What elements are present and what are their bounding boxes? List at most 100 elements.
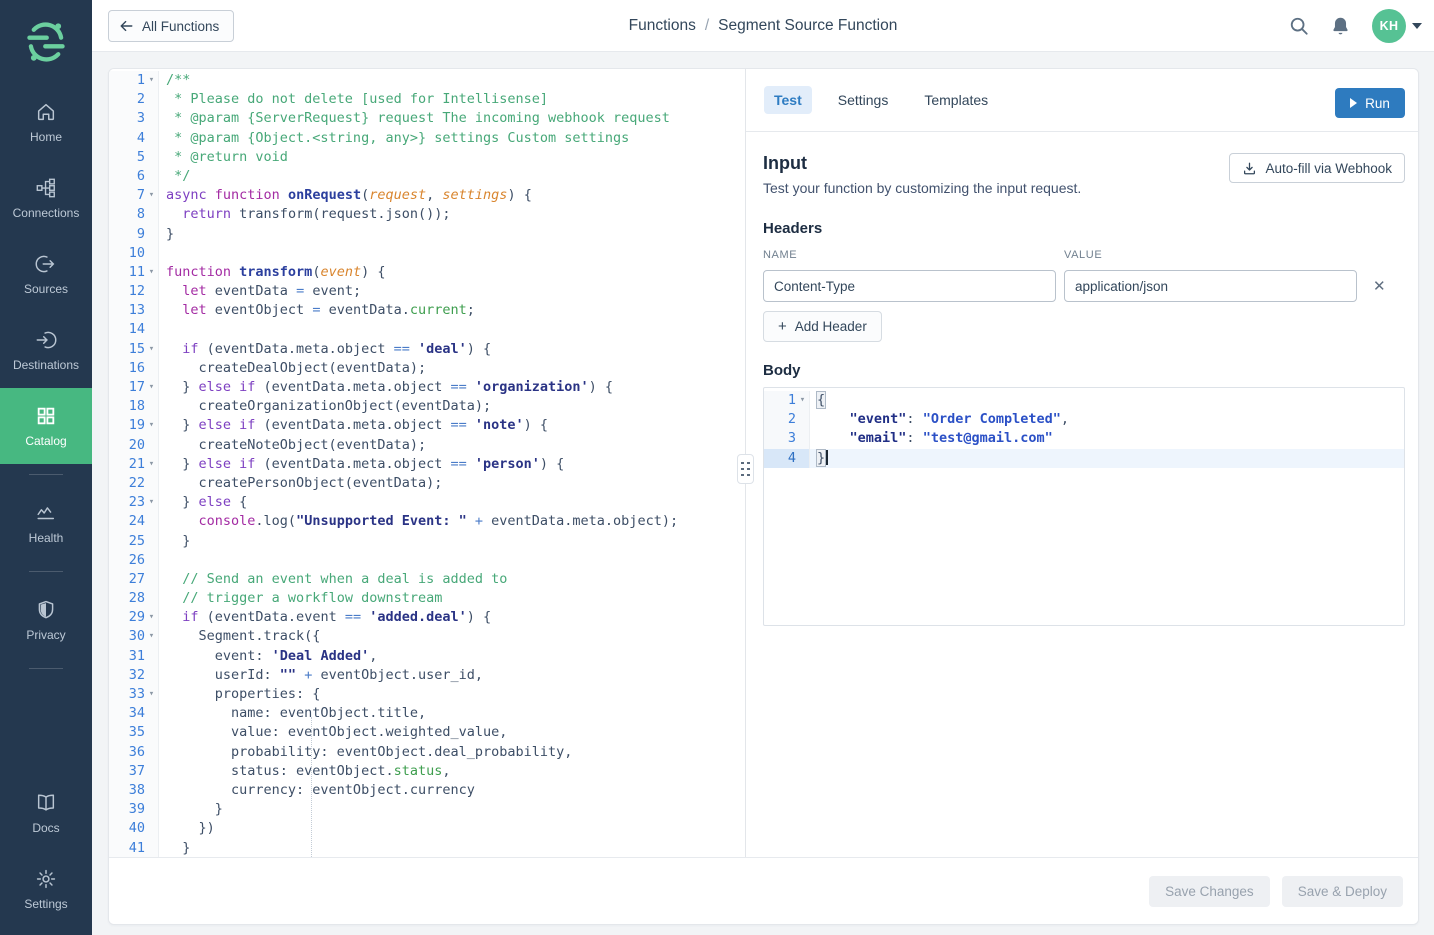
code-line-37[interactable]: 37 status: eventObject.status, <box>109 762 745 781</box>
code-text: }) <box>159 819 215 838</box>
save-deploy-button[interactable]: Save & Deploy <box>1282 876 1403 907</box>
code-line-36[interactable]: 36 probability: eventObject.deal_probabi… <box>109 743 745 762</box>
fold-toggle-icon[interactable]: ▾ <box>145 493 158 512</box>
sidebar-item-privacy[interactable]: Privacy <box>0 582 92 658</box>
fold-toggle-icon[interactable]: ▾ <box>145 455 158 474</box>
breadcrumb-section[interactable]: Functions <box>629 17 696 34</box>
code-line-4[interactable]: 4} <box>764 449 1404 468</box>
tab-templates[interactable]: Templates <box>914 86 998 114</box>
code-line-1[interactable]: 1▾/** <box>109 71 745 90</box>
fold-toggle-icon[interactable]: ▾ <box>145 378 158 397</box>
sidebar-item-destinations[interactable]: Destinations <box>0 312 92 388</box>
segment-logo-icon[interactable] <box>0 0 92 84</box>
fold-toggle-icon[interactable]: ▾ <box>145 685 158 704</box>
code-text: async function onRequest(request, settin… <box>159 186 532 205</box>
code-line-14[interactable]: 14 <box>109 320 745 339</box>
code-line-32[interactable]: 32 userId: "" + eventObject.user_id, <box>109 666 745 685</box>
code-line-39[interactable]: 39 } <box>109 800 745 819</box>
code-line-38[interactable]: 38 currency: eventObject.currency <box>109 781 745 800</box>
code-line-28[interactable]: 28 // trigger a workflow downstream <box>109 589 745 608</box>
code-line-1[interactable]: 1▾{ <box>764 391 1404 410</box>
fold-toggle-icon[interactable]: ▾ <box>145 608 158 627</box>
code-line-29[interactable]: 29▾ if (eventData.event == 'added.deal')… <box>109 608 745 627</box>
add-header-label: Add Header <box>795 319 867 334</box>
add-header-button[interactable]: + Add Header <box>763 311 882 342</box>
code-line-4[interactable]: 4 * @param {Object.<string, any>} settin… <box>109 129 745 148</box>
fold-toggle-icon[interactable]: ▾ <box>145 416 158 435</box>
code-line-16[interactable]: 16 createDealObject(eventData); <box>109 359 745 378</box>
gutter-line-number: 10 <box>109 244 159 263</box>
code-line-31[interactable]: 31 event: 'Deal Added', <box>109 647 745 666</box>
autofill-webhook-button[interactable]: Auto-fill via Webhook <box>1229 153 1405 183</box>
code-line-18[interactable]: 18 createOrganizationObject(eventData); <box>109 397 745 416</box>
tab-test[interactable]: Test <box>764 86 812 114</box>
code-line-6[interactable]: 6 */ <box>109 167 745 186</box>
code-line-41[interactable]: 41 } <box>109 839 745 858</box>
code-line-7[interactable]: 7▾async function onRequest(request, sett… <box>109 186 745 205</box>
code-line-27[interactable]: 27 // Send an event when a deal is added… <box>109 570 745 589</box>
tab-settings[interactable]: Settings <box>828 86 899 114</box>
code-line-3[interactable]: 3 "email": "test@gmail.com" <box>764 429 1404 448</box>
code-line-26[interactable]: 26 <box>109 551 745 570</box>
fold-toggle-icon[interactable]: ▾ <box>145 340 158 359</box>
sidebar-item-health[interactable]: Health <box>0 485 92 561</box>
sidebar-item-home[interactable]: Home <box>0 84 92 160</box>
fold-toggle-icon[interactable]: ▾ <box>145 263 158 282</box>
code-line-22[interactable]: 22 createPersonObject(eventData); <box>109 474 745 493</box>
sidebar-item-sources[interactable]: Sources <box>0 236 92 312</box>
save-changes-button[interactable]: Save Changes <box>1149 876 1270 907</box>
fold-toggle-icon[interactable]: ▾ <box>796 391 809 410</box>
code-editor[interactable]: 1▾/**2 * Please do not delete [used for … <box>109 69 745 859</box>
code-line-25[interactable]: 25 } <box>109 532 745 551</box>
search-button[interactable] <box>1289 16 1309 36</box>
body-editor[interactable]: 1▾{2 "event": "Order Completed",3 "email… <box>763 387 1405 626</box>
all-functions-back-button[interactable]: All Functions <box>108 10 234 42</box>
code-line-15[interactable]: 15▾ if (eventData.meta.object == 'deal')… <box>109 340 745 359</box>
code-text: function transform(event) { <box>159 263 385 282</box>
code-line-30[interactable]: 30▾ Segment.track({ <box>109 627 745 646</box>
gutter-line-number: 18 <box>109 397 159 416</box>
code-line-40[interactable]: 40 }) <box>109 819 745 838</box>
fold-spacer <box>145 589 158 608</box>
sidebar-item-docs[interactable]: Docs <box>0 775 92 851</box>
code-line-2[interactable]: 2 * Please do not delete [used for Intel… <box>109 90 745 109</box>
privacy-icon <box>35 599 57 621</box>
pane-resize-handle[interactable] <box>737 454 754 484</box>
fold-toggle-icon[interactable]: ▾ <box>145 186 158 205</box>
remove-header-button[interactable]: ✕ <box>1373 279 1386 294</box>
code-line-35[interactable]: 35 value: eventObject.weighted_value, <box>109 723 745 742</box>
header-value-input[interactable] <box>1064 270 1357 302</box>
code-line-17[interactable]: 17▾ } else if (eventData.meta.object == … <box>109 378 745 397</box>
fold-toggle-icon[interactable]: ▾ <box>145 627 158 646</box>
header-name-input[interactable] <box>763 270 1056 302</box>
fold-toggle-icon[interactable]: ▾ <box>145 71 158 90</box>
sidebar-item-connections[interactable]: Connections <box>0 160 92 236</box>
sidebar-item-label: Health <box>29 531 64 545</box>
code-line-13[interactable]: 13 let eventObject = eventData.current; <box>109 301 745 320</box>
code-line-9[interactable]: 9} <box>109 225 745 244</box>
code-line-24[interactable]: 24 console.log("Unsupported Event: " + e… <box>109 512 745 531</box>
code-line-21[interactable]: 21▾ } else if (eventData.meta.object == … <box>109 455 745 474</box>
code-line-5[interactable]: 5 * @return void <box>109 148 745 167</box>
code-line-2[interactable]: 2 "event": "Order Completed", <box>764 410 1404 429</box>
code-line-23[interactable]: 23▾ } else { <box>109 493 745 512</box>
account-menu[interactable]: KH <box>1372 9 1422 43</box>
sidebar-item-catalog[interactable]: Catalog <box>0 388 92 464</box>
fold-spacer <box>145 90 158 109</box>
avatar[interactable]: KH <box>1372 9 1406 43</box>
code-line-20[interactable]: 20 createNoteObject(eventData); <box>109 436 745 455</box>
code-line-3[interactable]: 3 * @param {ServerRequest} request The i… <box>109 109 745 128</box>
code-line-8[interactable]: 8 return transform(request.json()); <box>109 205 745 224</box>
code-line-34[interactable]: 34 name: eventObject.title, <box>109 704 745 723</box>
gutter-line-number: 1▾ <box>764 391 810 410</box>
sidebar-item-settings[interactable]: Settings <box>0 851 92 927</box>
code-line-11[interactable]: 11▾function transform(event) { <box>109 263 745 282</box>
code-line-10[interactable]: 10 <box>109 244 745 263</box>
notifications-button[interactable] <box>1331 16 1350 37</box>
code-text: } <box>159 800 223 819</box>
code-line-19[interactable]: 19▾ } else if (eventData.meta.object == … <box>109 416 745 435</box>
sidebar-divider <box>29 668 63 669</box>
code-line-12[interactable]: 12 let eventData = event; <box>109 282 745 301</box>
run-button[interactable]: Run <box>1335 88 1405 118</box>
code-line-33[interactable]: 33▾ properties: { <box>109 685 745 704</box>
